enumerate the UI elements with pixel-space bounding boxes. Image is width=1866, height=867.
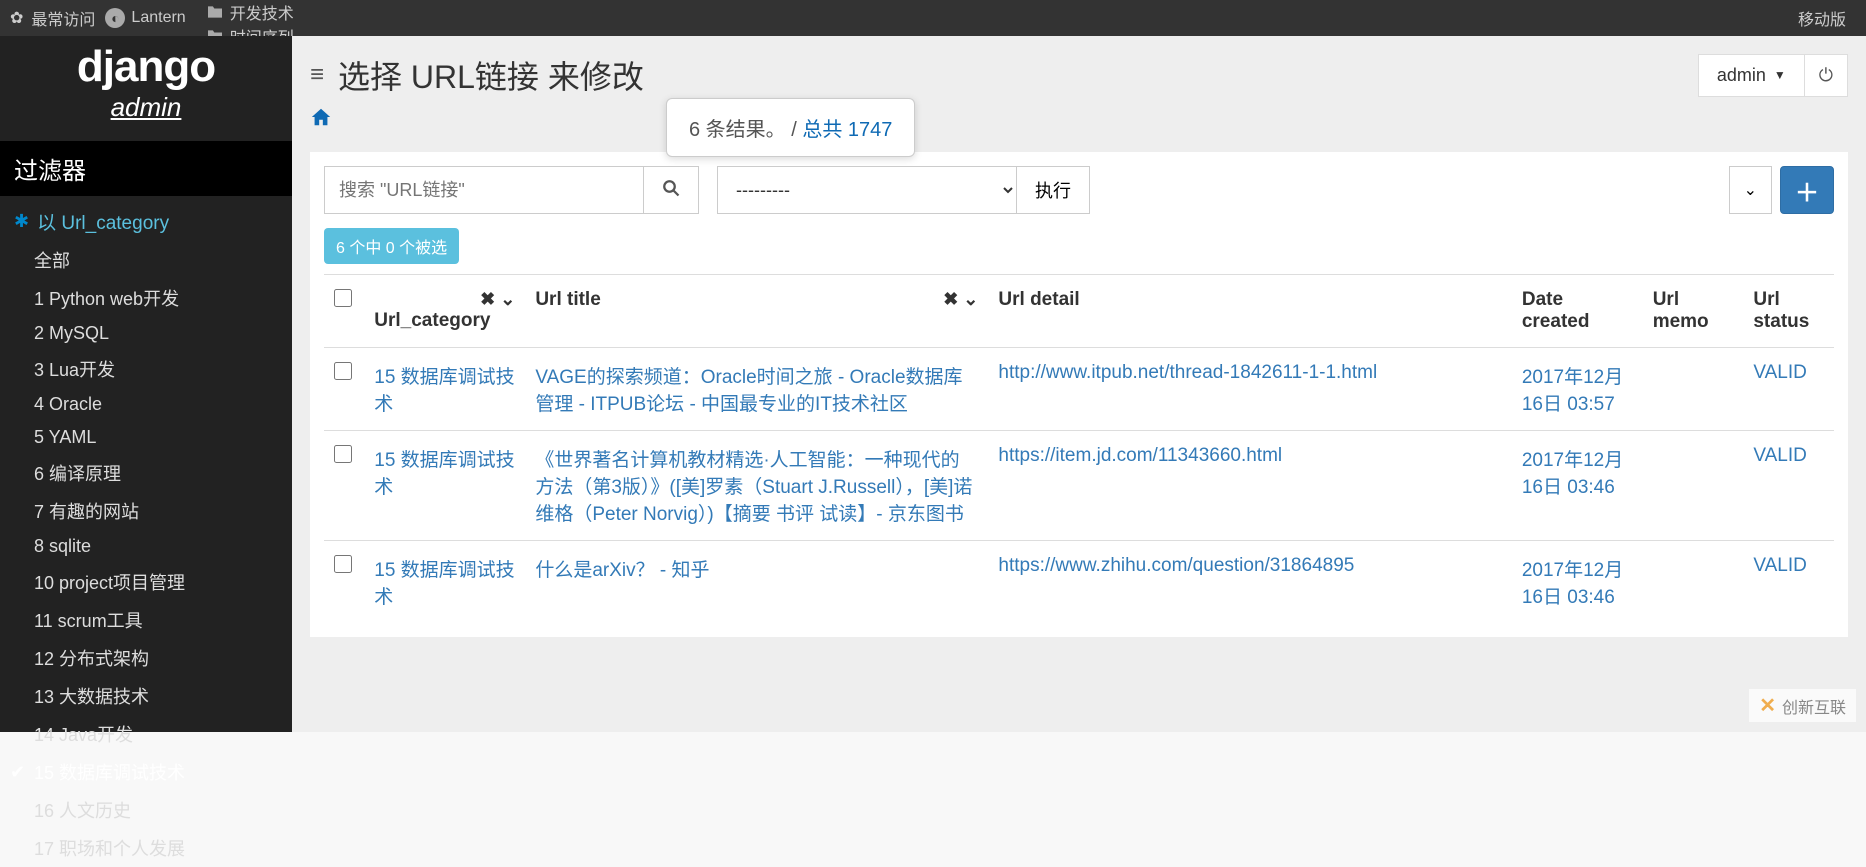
- bookmark-folder[interactable]: 开发技术: [206, 0, 342, 24]
- caret-down-icon: ▼: [1774, 68, 1786, 82]
- row-checkbox[interactable]: [334, 445, 352, 463]
- sidebar-item[interactable]: 7 有趣的网站: [34, 492, 278, 530]
- watermark: ✕ 创新互联: [1749, 689, 1856, 722]
- row-status: VALID: [1753, 445, 1807, 466]
- toggle-columns-button[interactable]: ⌄: [1729, 166, 1772, 214]
- row-category-link[interactable]: 15 数据库调试技术: [374, 450, 514, 498]
- row-category-link[interactable]: 15 数据库调试技术: [374, 560, 514, 608]
- exec-button[interactable]: 执行: [1017, 166, 1090, 214]
- sidebar-item[interactable]: 3 Lua开发: [34, 350, 278, 388]
- sidebar-item[interactable]: 14 Java开发: [34, 715, 278, 753]
- tooltip-sep: /: [791, 119, 797, 141]
- user-menu[interactable]: admin ▼: [1698, 54, 1805, 97]
- logo-main: django: [0, 42, 292, 92]
- col-control-icons[interactable]: ✖ ⌄: [480, 289, 515, 310]
- sidebar-item[interactable]: 12 分布式架构: [34, 639, 278, 677]
- logo: django admin: [0, 36, 292, 141]
- github-icon: ◐: [105, 8, 125, 28]
- row-title-link[interactable]: 《世界著名计算机教材精选·人工智能：一种现代的方法（第3版）》([美]罗素（St…: [535, 450, 972, 525]
- data-table: ✖ ⌄ Url_category ✖ ⌄ Url title Url detai…: [324, 274, 1834, 623]
- gear-icon[interactable]: ✿: [10, 8, 23, 28]
- sidebar-item[interactable]: 10 project项目管理: [34, 563, 278, 601]
- row-date: 2017年12月16日 03:46: [1522, 450, 1623, 498]
- table-row: 15 数据库调试技术什么是arXiv？ - 知乎 https://www.zhih…: [324, 541, 1834, 624]
- row-detail-link[interactable]: https://www.zhihu.com/question/31864895: [998, 555, 1354, 576]
- add-button[interactable]: ＋: [1780, 166, 1834, 214]
- filter-group[interactable]: ✱ 以 Url_category: [0, 196, 292, 241]
- row-status: VALID: [1753, 362, 1807, 383]
- selection-badge: 6 个中 0 个被选: [324, 228, 459, 264]
- sidebar-item[interactable]: 1 Python web开发: [34, 279, 278, 317]
- sidebar: django admin 过滤器 ✱ 以 Url_category 全部1 Py…: [0, 36, 292, 732]
- content-box: --------- 执行 ⌄ ＋ 6 个中 0 个被选 ✖ ⌄ Url_cate…: [310, 152, 1848, 637]
- row-category-link[interactable]: 15 数据库调试技术: [374, 367, 514, 415]
- bookmark-lantern[interactable]: ◐ Lantern: [105, 8, 185, 28]
- most-visited-link[interactable]: 最常访问: [31, 6, 95, 30]
- bookmark-label: Lantern: [131, 9, 185, 27]
- results-tooltip: 6 条结果。 / 总共 1747: [666, 98, 915, 157]
- row-detail-link[interactable]: http://www.itpub.net/thread-1842611-1-1.…: [998, 362, 1377, 383]
- col-status[interactable]: Url status: [1743, 275, 1834, 348]
- col-control-icons[interactable]: ✖ ⌄: [943, 289, 978, 310]
- filter-items: 全部1 Python web开发2 MySQL3 Lua开发4 Oracle5 …: [0, 241, 292, 867]
- col-memo[interactable]: Url memo: [1643, 275, 1744, 348]
- page-title: 选择 URL链接 来修改: [338, 52, 1698, 98]
- row-title-link[interactable]: VAGE的探索频道：Oracle时间之旅 - Oracle数据库管理 - ITP…: [535, 367, 962, 415]
- row-title-link[interactable]: 什么是arXiv？ - 知乎: [535, 560, 709, 581]
- sidebar-item[interactable]: 17 职场和个人发展: [34, 829, 278, 867]
- row-detail-link[interactable]: https://item.jd.com/11343660.html: [998, 445, 1282, 466]
- col-category[interactable]: ✖ ⌄ Url_category: [364, 275, 525, 348]
- sidebar-item[interactable]: 全部: [34, 241, 278, 279]
- sidebar-item[interactable]: 5 YAML: [34, 421, 278, 454]
- row-checkbox[interactable]: [334, 555, 352, 573]
- filter-header: 过滤器: [0, 141, 292, 196]
- sidebar-item[interactable]: 4 Oracle: [34, 388, 278, 421]
- action-select[interactable]: ---------: [717, 166, 1017, 214]
- row-date: 2017年12月16日 03:46: [1522, 560, 1623, 608]
- row-checkbox[interactable]: [334, 362, 352, 380]
- sidebar-item[interactable]: 8 sqlite: [34, 530, 278, 563]
- filter-group-label: 以 Url_category: [37, 208, 169, 235]
- col-detail[interactable]: Url detail: [988, 275, 1511, 348]
- chevron-down-icon: ⌄: [1744, 180, 1757, 200]
- sidebar-item[interactable]: 15 数据库调试技术: [34, 753, 278, 791]
- row-status: VALID: [1753, 555, 1807, 576]
- star-icon: ✱: [14, 211, 29, 232]
- main-panel: ≡ 选择 URL链接 来修改 admin ▼ ⏻ 6 条结果。 / 总共 174…: [292, 36, 1866, 732]
- watermark-icon: ✕: [1759, 693, 1776, 718]
- col-title[interactable]: ✖ ⌄ Url title: [525, 275, 988, 348]
- results-count: 6 条结果。: [689, 119, 786, 141]
- table-row: 15 数据库调试技术《世界著名计算机教材精选·人工智能：一种现代的方法（第3版）…: [324, 431, 1834, 541]
- search-input[interactable]: [324, 166, 644, 214]
- mobile-link[interactable]: 移动版: [1798, 6, 1846, 30]
- folder-icon: [206, 5, 224, 19]
- home-icon[interactable]: [310, 106, 332, 134]
- row-date: 2017年12月16日 03:57: [1522, 367, 1623, 415]
- table-row: 15 数据库调试技术 VAGE的探索频道：Oracle时间之旅 - Oracle数…: [324, 348, 1834, 431]
- total-link[interactable]: 总共 1747: [802, 119, 892, 141]
- sidebar-item[interactable]: 11 scrum工具: [34, 601, 278, 639]
- sidebar-item[interactable]: 16 人文历史: [34, 791, 278, 829]
- browser-bookmarks-bar: ✿ 最常访问 ◐ Lantern 工作2工作1大数据OracleMySQL其他数…: [0, 0, 1866, 36]
- user-label: admin: [1717, 65, 1766, 86]
- watermark-text: 创新互联: [1782, 694, 1846, 718]
- search-icon: [662, 179, 680, 202]
- logo-sub: admin: [0, 92, 292, 123]
- sidebar-item[interactable]: 6 编译原理: [34, 454, 278, 492]
- sidebar-item[interactable]: 2 MySQL: [34, 317, 278, 350]
- sidebar-item[interactable]: 13 大数据技术: [34, 677, 278, 715]
- logout-button[interactable]: ⏻: [1805, 54, 1848, 97]
- col-date[interactable]: Date created: [1512, 275, 1643, 348]
- select-all-checkbox[interactable]: [334, 289, 352, 307]
- menu-icon[interactable]: ≡: [310, 61, 324, 89]
- search-button[interactable]: [644, 166, 699, 214]
